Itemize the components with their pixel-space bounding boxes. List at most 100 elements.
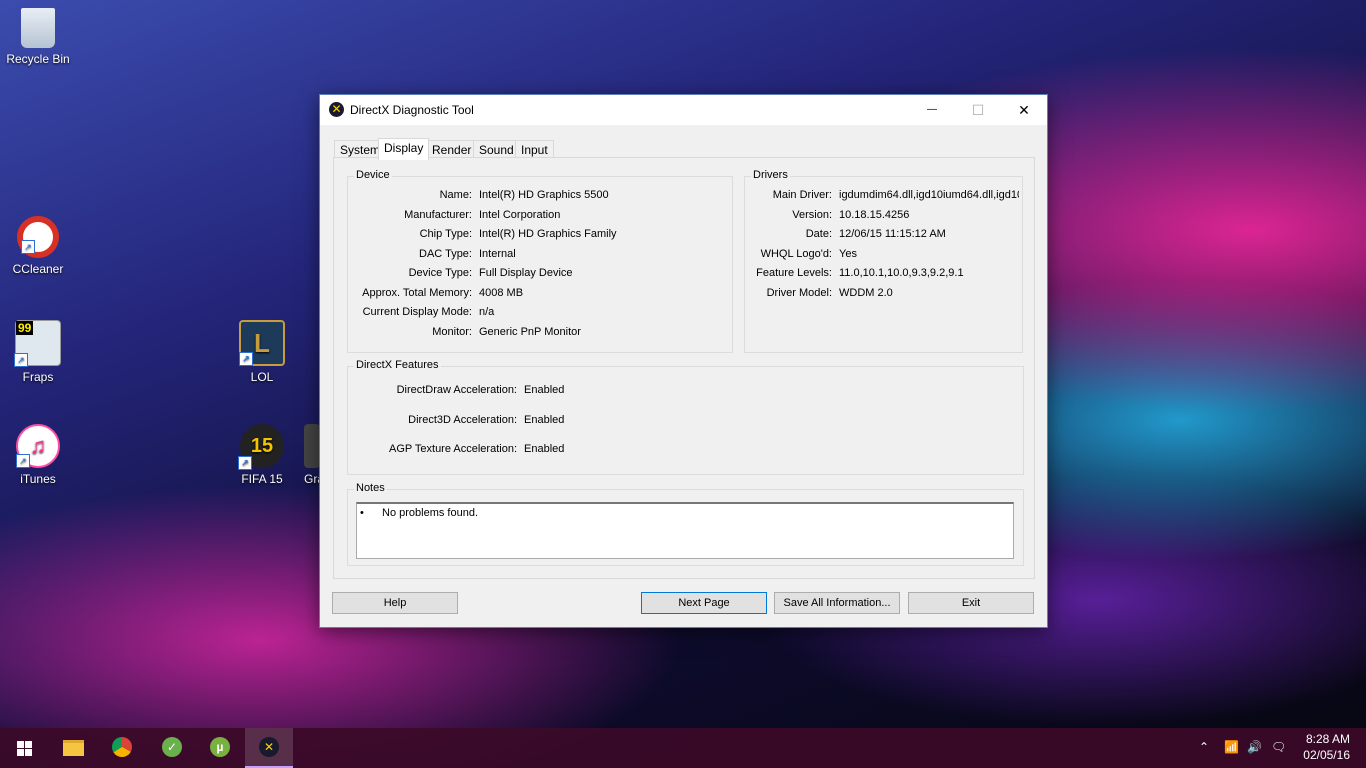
- device-label: Device Type:: [408, 267, 472, 279]
- shortcut-arrow-icon: ↗: [14, 353, 28, 367]
- desktop-icon-gra[interactable]: Gra: [304, 424, 320, 486]
- device-label: Name:: [439, 189, 472, 201]
- driver-label: Main Driver:: [772, 189, 832, 201]
- show-hidden-icons[interactable]: ⌃: [1199, 740, 1209, 754]
- desktop-icon-label: Recycle Bin: [6, 52, 70, 66]
- windows-logo-icon: [17, 741, 32, 756]
- device-value: Intel Corporation: [479, 209, 561, 221]
- directx-features-group: DirectX Features DirectDraw Acceleration…: [347, 359, 1024, 475]
- window-titlebar[interactable]: ✕ DirectX Diagnostic Tool — ☐ ✕: [320, 95, 1047, 125]
- driver-value: 11.0,10.1,10.0,9.3,9.2,9.1: [839, 267, 964, 279]
- notes-bullet: •: [360, 507, 364, 519]
- network-icon[interactable]: 📶: [1224, 740, 1239, 754]
- desktop-icon-label: iTunes: [20, 472, 56, 486]
- taskbar-app-green[interactable]: ✓: [148, 728, 196, 768]
- device-group-title: Device: [354, 169, 392, 181]
- drivers-group: Drivers Main Driver: igdumdim64.dll,igd1…: [744, 169, 1023, 353]
- minimize-button[interactable]: —: [909, 95, 955, 125]
- close-button[interactable]: ✕: [1001, 95, 1047, 125]
- action-center-icon[interactable]: 🗨: [1271, 740, 1286, 754]
- desktop-icon-label: Gra: [304, 472, 320, 486]
- driver-value: 10.18.15.4256: [839, 209, 910, 221]
- device-value: 4008 MB: [479, 287, 524, 299]
- green-app-icon: ✓: [162, 737, 182, 757]
- feature-value: Enabled: [524, 384, 565, 396]
- device-label: Chip Type:: [419, 228, 472, 240]
- clock-date: 02/05/16: [1303, 748, 1350, 762]
- display-tab-panel: Device Name: Intel(R) HD Graphics 5500 M…: [333, 157, 1035, 579]
- drivers-group-title: Drivers: [751, 169, 790, 181]
- taskbar-utorrent[interactable]: µ: [196, 728, 244, 768]
- taskbar: ✓ µ ✕ ⌃ 📶 🔊 🗨 8:28 AM 02/05/16: [0, 728, 1366, 768]
- taskbar-dxdiag[interactable]: ✕: [245, 728, 293, 768]
- device-label: Current Display Mode:: [362, 306, 472, 318]
- notes-textbox[interactable]: • No problems found.: [356, 502, 1014, 559]
- driver-value: WDDM 2.0: [839, 287, 893, 299]
- taskbar-clock[interactable]: 8:28 AM 02/05/16: [1303, 731, 1350, 763]
- taskbar-chrome[interactable]: [98, 728, 146, 768]
- driver-value: Yes: [839, 248, 857, 260]
- driver-value: igdumdim64.dll,igd10iumd64.dll,igd10: [839, 189, 1019, 201]
- device-value: Full Display Device: [479, 267, 573, 279]
- window-title: DirectX Diagnostic Tool: [350, 103, 474, 117]
- directx-icon: ✕: [259, 737, 279, 757]
- dxdiag-window: ✕ DirectX Diagnostic Tool — ☐ ✕ System D…: [319, 94, 1048, 628]
- device-value: Intel(R) HD Graphics Family: [479, 228, 617, 240]
- gra-icon: [304, 424, 320, 468]
- fraps-badge: 99: [16, 321, 34, 335]
- device-label: Approx. Total Memory:: [362, 287, 472, 299]
- fraps-icon: 99 ↗: [14, 320, 61, 367]
- desktop-icon-ccleaner[interactable]: ↗ CCleaner: [0, 216, 76, 276]
- shortcut-arrow-icon: ↗: [21, 240, 35, 254]
- tab-display[interactable]: Display: [378, 138, 430, 160]
- desktop-icon-label: CCleaner: [12, 262, 64, 276]
- clock-time: 8:28 AM: [1305, 732, 1350, 746]
- chrome-icon: [112, 737, 132, 757]
- driver-label: WHQL Logo'd:: [760, 248, 832, 260]
- next-page-button[interactable]: Next Page: [641, 592, 767, 614]
- help-button[interactable]: Help: [332, 592, 458, 614]
- notes-text: No problems found.: [382, 507, 478, 519]
- feature-label: Direct3D Acceleration:: [408, 414, 517, 426]
- feature-label: AGP Texture Acceleration:: [389, 443, 517, 455]
- device-label: DAC Type:: [419, 248, 472, 260]
- device-label: Monitor:: [432, 326, 472, 338]
- notes-group-title: Notes: [354, 482, 387, 494]
- shortcut-arrow-icon: ↗: [239, 352, 253, 366]
- feature-label: DirectDraw Acceleration:: [396, 384, 517, 396]
- taskbar-file-explorer[interactable]: [50, 728, 98, 768]
- device-label: Manufacturer:: [404, 209, 472, 221]
- feature-value: Enabled: [524, 414, 565, 426]
- feature-value: Enabled: [524, 443, 565, 455]
- directx-icon: ✕: [329, 102, 344, 117]
- driver-value: 12/06/15 11:15:12 AM: [839, 228, 946, 240]
- driver-label: Feature Levels:: [756, 267, 832, 279]
- desktop-icon-fifa15[interactable]: 15 ↗ FIFA 15: [224, 424, 300, 486]
- desktop-icon-itunes[interactable]: ♫ ↗ iTunes: [0, 424, 76, 486]
- shortcut-arrow-icon: ↗: [238, 456, 252, 470]
- desktop-icon-label: LOL: [250, 370, 274, 384]
- lol-icon: L ↗: [239, 320, 285, 366]
- desktop-icon-lol[interactable]: L ↗ LOL: [224, 320, 300, 384]
- device-value: Generic PnP Monitor: [479, 326, 581, 338]
- start-button[interactable]: [0, 728, 48, 768]
- desktop-icon-label: FIFA 15: [241, 472, 283, 486]
- maximize-button[interactable]: ☐: [955, 95, 1001, 125]
- desktop-icon-fraps[interactable]: 99 ↗ Fraps: [0, 320, 76, 384]
- folder-icon: [63, 740, 84, 756]
- utorrent-icon: µ: [210, 737, 230, 757]
- device-value: Internal: [479, 248, 516, 260]
- driver-label: Version:: [792, 209, 832, 221]
- exit-button[interactable]: Exit: [908, 592, 1034, 614]
- ccleaner-icon: ↗: [17, 216, 59, 258]
- driver-label: Driver Model:: [766, 287, 832, 299]
- save-all-information-button[interactable]: Save All Information...: [774, 592, 900, 614]
- volume-icon[interactable]: 🔊: [1247, 740, 1262, 754]
- desktop-icon-recycle-bin[interactable]: Recycle Bin: [0, 8, 76, 66]
- device-value: n/a: [479, 306, 495, 318]
- itunes-icon: ♫ ↗: [16, 424, 60, 468]
- device-value: Intel(R) HD Graphics 5500: [479, 189, 609, 201]
- desktop-icon-label: Fraps: [22, 370, 54, 384]
- notes-group: Notes • No problems found.: [347, 482, 1024, 566]
- fifa15-icon: 15 ↗: [238, 424, 284, 470]
